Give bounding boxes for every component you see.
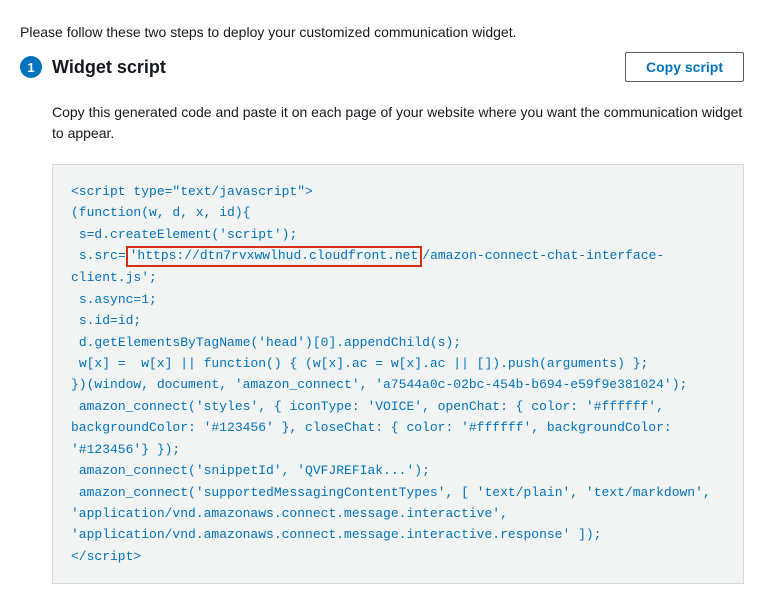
code-line: })(window, document, 'amazon_connect', '… (71, 377, 687, 392)
code-line: s.src= (71, 248, 126, 263)
code-line: <script type="text/javascript"> (71, 184, 313, 199)
code-snippet-box: <script type="text/javascript"> (functio… (52, 164, 744, 584)
code-line: s.id=id; (71, 313, 141, 328)
header-left: 1 Widget script (20, 56, 166, 78)
copy-script-button[interactable]: Copy script (625, 52, 744, 82)
code-line: s.async=1; (71, 292, 157, 307)
code-line: (function(w, d, x, id){ (71, 205, 250, 220)
section-header: 1 Widget script Copy script (20, 52, 744, 82)
code-line: s=d.createElement('script'); (71, 227, 297, 242)
step-number-badge: 1 (20, 56, 42, 78)
section-description: Copy this generated code and paste it on… (52, 102, 744, 144)
section-title: Widget script (52, 57, 166, 78)
intro-text: Please follow these two steps to deploy … (20, 24, 744, 40)
code-line: amazon_connect('supportedMessagingConten… (71, 485, 719, 543)
code-line: </script> (71, 549, 141, 564)
code-line: w[x] = w[x] || function() { (w[x].ac = w… (71, 356, 648, 371)
highlighted-url: 'https://dtn7rvxwwlhud.cloudfront.net (126, 246, 423, 267)
code-line: d.getElementsByTagName('head')[0].append… (71, 335, 461, 350)
code-line: amazon_connect('styles', { iconType: 'VO… (71, 399, 680, 457)
code-line: amazon_connect('snippetId', 'QVFJREFIak.… (71, 463, 430, 478)
